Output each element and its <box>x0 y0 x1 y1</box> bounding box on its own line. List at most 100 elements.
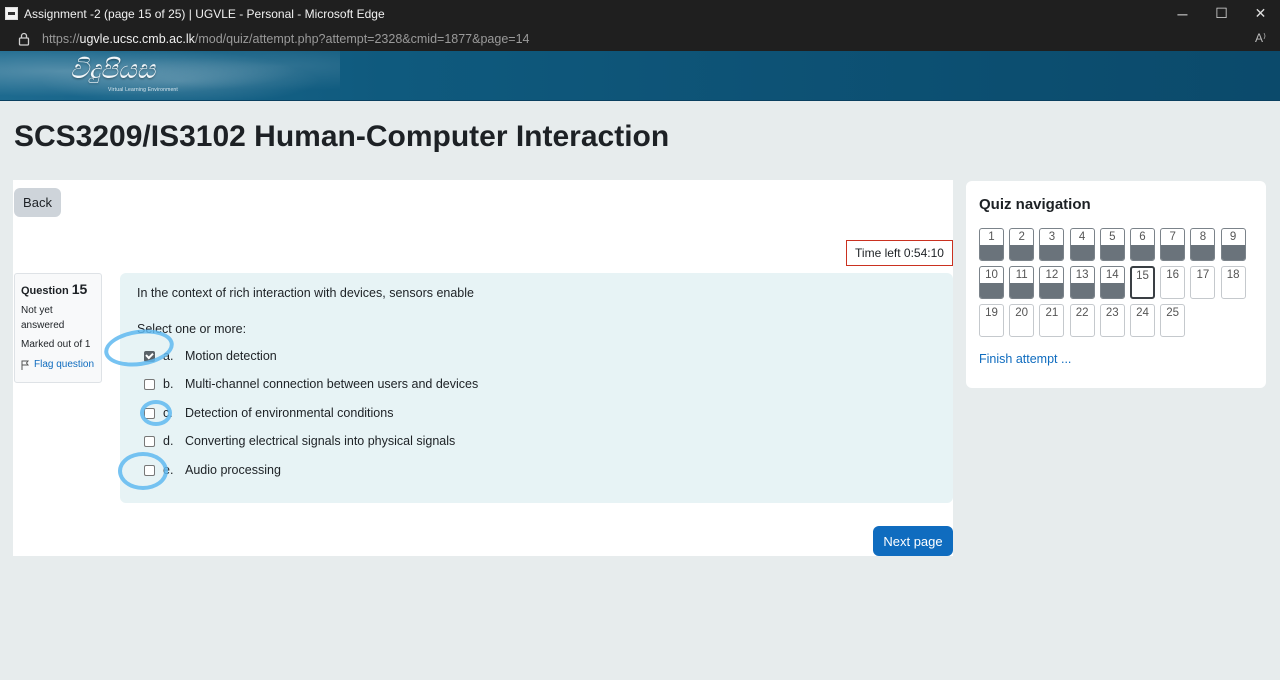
quiz-nav-button-1[interactable]: 1 <box>979 228 1004 261</box>
quiz-nav-button-10[interactable]: 10 <box>979 266 1004 299</box>
site-logo[interactable]: විදුපියස <box>70 55 155 86</box>
url-text[interactable]: https://ugvle.ucsc.cmb.ac.lk/mod/quiz/at… <box>42 32 529 46</box>
quiz-nav-button-12[interactable]: 12 <box>1039 266 1065 299</box>
quiz-nav-button-6[interactable]: 6 <box>1130 228 1155 261</box>
address-bar[interactable]: https://ugvle.ucsc.cmb.ac.lk/mod/quiz/at… <box>0 27 1280 51</box>
quiz-nav-button-label: 14 <box>1105 269 1119 281</box>
quiz-nav-button-7[interactable]: 7 <box>1160 228 1186 261</box>
url-host: ugvle.ucsc.cmb.ac.lk <box>79 32 195 46</box>
maximize-button[interactable]: ☐ <box>1202 0 1241 27</box>
option-d-label[interactable]: Converting electrical signals into physi… <box>185 434 455 448</box>
quiz-nav-button-24[interactable]: 24 <box>1130 304 1155 337</box>
option-c-letter: c. <box>163 406 173 420</box>
back-button[interactable]: Back <box>14 188 61 217</box>
option-a-letter: a. <box>163 349 174 363</box>
quiz-nav-button-label: 11 <box>1015 269 1028 281</box>
quiz-nav-button-25[interactable]: 25 <box>1160 304 1186 337</box>
app-icon <box>5 7 18 20</box>
flag-question-link[interactable]: Flag question <box>21 359 95 370</box>
url-prefix: https:// <box>42 32 80 46</box>
quiz-nav-button-8[interactable]: 8 <box>1190 228 1216 261</box>
minimize-button[interactable]: ─ <box>1163 0 1202 27</box>
world-map-graphic <box>0 51 340 100</box>
quiz-nav-button-19[interactable]: 19 <box>979 304 1004 337</box>
window-title: Assignment -2 (page 15 of 25) | UGVLE - … <box>24 6 385 21</box>
quiz-nav-button-22[interactable]: 22 <box>1069 304 1095 337</box>
quiz-nav-button-label: 19 <box>985 307 998 319</box>
quiz-nav-button-label: 8 <box>1199 231 1207 243</box>
option-b-label[interactable]: Multi-channel connection between users a… <box>185 377 478 391</box>
read-aloud-icon[interactable]: A⁾ <box>1255 31 1266 45</box>
quiz-nav-button-2[interactable]: 2 <box>1009 228 1035 261</box>
quiz-nav-button-label: 3 <box>1048 231 1056 243</box>
quiz-nav-button-label: 9 <box>1229 231 1237 243</box>
quiz-nav-button-label: 22 <box>1075 307 1089 319</box>
question-label: Question <box>21 285 69 297</box>
question-info: Question 15 Not yet answered Marked out … <box>14 273 102 383</box>
option-a-checkbox[interactable] <box>144 350 155 362</box>
page-title: SCS3209/IS3102 Human-Computer Interactio… <box>14 120 670 153</box>
quiz-nav-button-label: 12 <box>1045 269 1059 281</box>
close-button[interactable]: ✕ <box>1241 0 1280 27</box>
quiz-navigation-title: Quiz navigation <box>979 196 1091 213</box>
quiz-nav-button-label: 13 <box>1075 269 1089 281</box>
quiz-nav-button-14[interactable]: 14 <box>1099 266 1125 299</box>
time-left-timer: Time left 0:54:10 <box>846 240 953 266</box>
answer-option-e[interactable]: e. Audio processing <box>144 461 281 479</box>
quiz-nav-button-label: 21 <box>1045 307 1059 319</box>
url-path: /mod/quiz/attempt.php?attempt=2328&cmid=… <box>194 32 530 46</box>
quiz-nav-button-20[interactable]: 20 <box>1009 304 1035 337</box>
quiz-nav-button-label: 2 <box>1018 231 1025 243</box>
option-b-checkbox[interactable] <box>144 378 155 390</box>
quiz-nav-button-label: 15 <box>1136 270 1149 282</box>
quiz-nav-button-label: 24 <box>1136 307 1149 319</box>
quiz-nav-button-label: 1 <box>988 231 995 243</box>
quiz-nav-button-3[interactable]: 3 <box>1039 228 1065 261</box>
answer-option-c[interactable]: c. Detection of environmental conditions <box>144 404 393 422</box>
quiz-nav-button-label: 10 <box>985 269 998 281</box>
quiz-nav-button-label: 7 <box>1169 231 1176 243</box>
option-d-checkbox[interactable] <box>144 435 155 447</box>
option-a-label[interactable]: Motion detection <box>185 349 277 363</box>
quiz-nav-button-label: 18 <box>1226 269 1240 281</box>
option-b-letter: b. <box>163 377 174 391</box>
quiz-nav-button-23[interactable]: 23 <box>1099 304 1125 337</box>
quiz-nav-button-4[interactable]: 4 <box>1069 228 1095 261</box>
finish-attempt-link[interactable]: Finish attempt ... <box>979 352 1071 366</box>
option-e-checkbox[interactable] <box>144 464 155 476</box>
question-grade: Marked out of 1 <box>21 339 91 350</box>
quiz-nav-button-13[interactable]: 13 <box>1069 266 1095 299</box>
question-text: In the context of rich interaction with … <box>137 286 474 300</box>
next-page-button[interactable]: Next page <box>873 526 953 556</box>
quiz-nav-button-label: 5 <box>1109 231 1116 243</box>
quiz-nav-button-17[interactable]: 17 <box>1190 266 1216 299</box>
quiz-navigation-block: Quiz navigation 1 2 3 4 5 6 7 8 9 10 11 12 13 14 15 16 1… <box>966 181 1266 388</box>
answer-option-a[interactable]: a. Motion detection <box>144 347 277 365</box>
site-banner: විදුපියස Virtual Learning Environment <box>0 51 1280 101</box>
answer-prompt: Select one or more: <box>137 322 247 336</box>
answer-option-d[interactable]: d. Converting electrical signals into ph… <box>144 432 455 450</box>
option-e-label[interactable]: Audio processing <box>185 463 281 477</box>
quiz-nav-button-label: 20 <box>1015 307 1029 319</box>
quiz-nav-button-11[interactable]: 11 <box>1009 266 1035 299</box>
flag-question-label[interactable]: Flag question <box>34 359 94 370</box>
question-number-value: 15 <box>71 281 88 297</box>
quiz-nav-button-9[interactable]: 9 <box>1220 228 1246 261</box>
quiz-nav-button-label: 25 <box>1166 307 1180 319</box>
quiz-nav-button-21[interactable]: 21 <box>1039 304 1065 337</box>
quiz-main-region: Back Time left 0:54:10 Question 15 Not y… <box>13 180 953 556</box>
quiz-nav-button-label: 17 <box>1196 269 1210 281</box>
window-controls: ─ ☐ ✕ <box>1163 0 1280 27</box>
lock-icon[interactable] <box>18 32 30 46</box>
site-logo-subtitle: Virtual Learning Environment <box>108 87 178 93</box>
quiz-nav-button-5[interactable]: 5 <box>1099 228 1125 261</box>
answer-option-b[interactable]: b. Multi-channel connection between user… <box>144 375 478 393</box>
question-content: In the context of rich interaction with … <box>120 273 953 503</box>
quiz-nav-button-16[interactable]: 16 <box>1160 266 1186 299</box>
option-c-checkbox[interactable] <box>144 407 155 419</box>
question-number: Question 15 <box>21 281 95 297</box>
quiz-nav-button-18[interactable]: 18 <box>1220 266 1246 299</box>
option-c-label[interactable]: Detection of environmental conditions <box>185 406 393 420</box>
window-titlebar: Assignment -2 (page 15 of 25) | UGVLE - … <box>0 0 1280 27</box>
quiz-nav-button-15[interactable]: 15 <box>1130 266 1155 299</box>
